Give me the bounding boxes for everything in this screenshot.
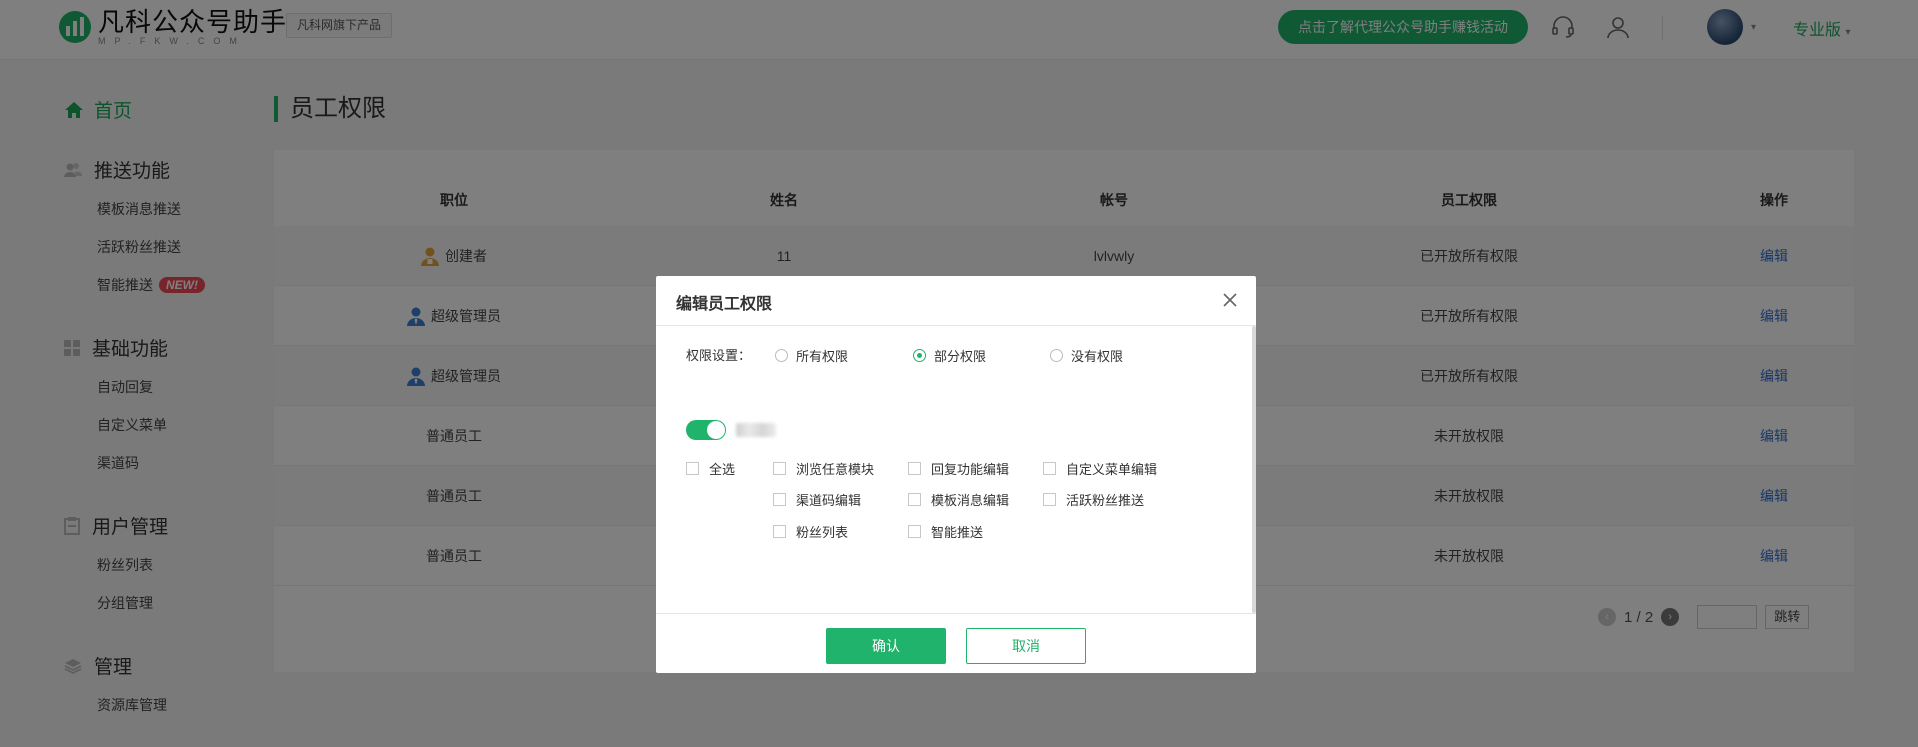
modal-header: 编辑员工权限 bbox=[656, 276, 1256, 326]
checkbox-label: 智能推送 bbox=[931, 525, 984, 540]
radio-dot bbox=[913, 349, 926, 362]
checkbox-box bbox=[686, 462, 699, 475]
cancel-button[interactable]: 取消 bbox=[966, 628, 1086, 664]
blurred-staff-name bbox=[736, 423, 776, 437]
radio-label: 所有权限 bbox=[796, 349, 849, 364]
checkbox-channel-code-edit[interactable]: 渠道码编辑 bbox=[773, 490, 861, 509]
checkbox-label: 回复功能编辑 bbox=[931, 462, 1010, 477]
checkbox-box bbox=[773, 493, 786, 506]
edit-permission-modal: 编辑员工权限 权限设置： 所有权限 部分权限 没有权限 全选 浏览任意模块 回复… bbox=[656, 276, 1256, 673]
checkbox-select-all[interactable]: 全选 bbox=[686, 459, 735, 478]
permission-toggle[interactable] bbox=[686, 420, 726, 440]
checkbox-label: 渠道码编辑 bbox=[796, 493, 862, 508]
modal-scrollbar[interactable] bbox=[1252, 326, 1256, 613]
checkbox-reply-edit[interactable]: 回复功能编辑 bbox=[908, 459, 1009, 478]
checkbox-label: 浏览任意模块 bbox=[796, 462, 875, 477]
checkbox-smart-push[interactable]: 智能推送 bbox=[908, 522, 983, 541]
toggle-knob bbox=[707, 421, 725, 439]
checkbox-label: 自定义菜单编辑 bbox=[1066, 462, 1158, 477]
checkbox-box bbox=[1043, 462, 1056, 475]
checkbox-template-msg-edit[interactable]: 模板消息编辑 bbox=[908, 490, 1009, 509]
radio-all-permissions[interactable]: 所有权限 bbox=[775, 346, 848, 365]
confirm-button[interactable]: 确认 bbox=[826, 628, 946, 664]
radio-dot bbox=[775, 349, 788, 362]
checkbox-custom-menu-edit[interactable]: 自定义菜单编辑 bbox=[1043, 459, 1157, 478]
radio-no-permissions[interactable]: 没有权限 bbox=[1050, 346, 1123, 365]
checkbox-box bbox=[908, 525, 921, 538]
close-icon[interactable] bbox=[1218, 288, 1242, 312]
radio-partial-permissions[interactable]: 部分权限 bbox=[913, 346, 986, 365]
checkbox-box bbox=[1043, 493, 1056, 506]
checkbox-fans-list[interactable]: 粉丝列表 bbox=[773, 522, 848, 541]
modal-title: 编辑员工权限 bbox=[676, 296, 773, 313]
radio-dot bbox=[1050, 349, 1063, 362]
checkbox-box bbox=[773, 462, 786, 475]
checkbox-browse-any-module[interactable]: 浏览任意模块 bbox=[773, 459, 874, 478]
checkbox-label: 模板消息编辑 bbox=[931, 493, 1010, 508]
radio-label: 没有权限 bbox=[1071, 349, 1124, 364]
radio-label: 部分权限 bbox=[934, 349, 987, 364]
checkbox-label: 全选 bbox=[709, 462, 736, 477]
checkbox-box bbox=[908, 462, 921, 475]
checkbox-label: 活跃粉丝推送 bbox=[1066, 493, 1145, 508]
checkbox-label: 粉丝列表 bbox=[796, 525, 849, 540]
checkbox-box bbox=[908, 493, 921, 506]
modal-footer: 确认 取消 bbox=[656, 613, 1256, 673]
checkbox-active-fans-push[interactable]: 活跃粉丝推送 bbox=[1043, 490, 1144, 509]
checkbox-box bbox=[773, 525, 786, 538]
permission-setting-label: 权限设置： bbox=[686, 348, 752, 363]
